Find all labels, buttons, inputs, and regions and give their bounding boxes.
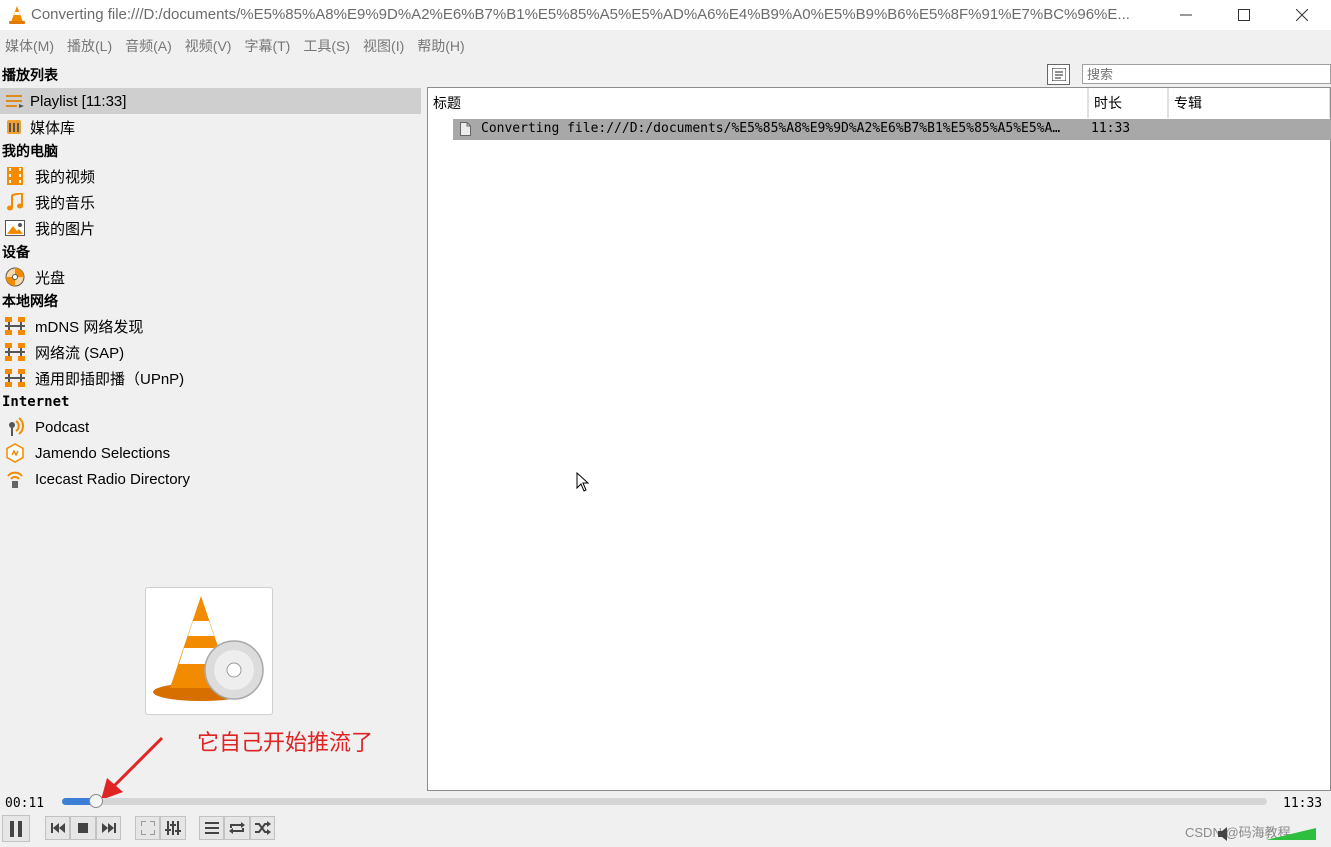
playlist-table: 标题 时长 专辑 Converting file:///D:/documents…	[427, 87, 1331, 791]
title-bar: Converting file:///D:/documents/%E5%85%A…	[0, 0, 1331, 30]
file-icon	[460, 122, 471, 136]
playlist-icon	[5, 91, 25, 111]
column-header-duration[interactable]: 时长	[1088, 88, 1168, 118]
seek-handle[interactable]	[89, 794, 103, 808]
fullscreen-button[interactable]	[135, 816, 160, 840]
annotation-arrow-icon	[101, 736, 164, 800]
menu-media[interactable]: 媒体(M)	[0, 34, 62, 58]
sidebar-item-media-library[interactable]: 媒体库	[0, 114, 421, 140]
music-icon	[5, 192, 25, 212]
column-header-title[interactable]: 标题	[428, 88, 1088, 118]
vlc-cone-icon	[153, 596, 264, 701]
playlist-view-button[interactable]	[1047, 64, 1070, 85]
sidebar-item-label: 通用即插即播（UPnP)	[35, 370, 185, 388]
window-title: Converting file:///D:/documents/%E5%85%A…	[31, 6, 1130, 23]
seek-slider[interactable]	[62, 794, 1267, 808]
maximize-icon	[1238, 9, 1250, 21]
extended-settings-button[interactable]	[160, 816, 186, 840]
network-icon	[5, 368, 25, 388]
album-art	[145, 587, 273, 715]
menu-audio[interactable]: 音频(A)	[120, 34, 180, 58]
sidebar-item-label: Jamendo Selections	[35, 444, 171, 462]
shuffle-icon	[254, 821, 271, 835]
vlc-app-icon	[9, 6, 25, 24]
video-icon	[5, 166, 25, 186]
playlist-section-header: 播放列表	[2, 67, 58, 83]
loop-icon	[229, 822, 245, 834]
equalizer-icon	[165, 821, 181, 835]
loop-button[interactable]	[224, 816, 250, 840]
menu-playback[interactable]: 播放(L)	[62, 34, 120, 58]
table-row[interactable]: Converting file:///D:/documents/%E5%85%A…	[453, 119, 1331, 140]
sidebar-item-my-pictures[interactable]: 我的图片	[0, 215, 421, 241]
network-icon	[5, 316, 25, 336]
sidebar-item-label: 我的音乐	[35, 194, 96, 212]
jamendo-icon	[5, 443, 25, 463]
sidebar-item-label: Playlist [11:33]	[30, 92, 127, 110]
sidebar-item-label: 光盘	[35, 269, 66, 287]
sidebar-item-label: 我的图片	[35, 220, 96, 238]
previous-icon	[50, 823, 65, 833]
sidebar-item-label: 媒体库	[30, 119, 76, 137]
minimize-icon	[1180, 14, 1192, 16]
sidebar-item-my-music[interactable]: 我的音乐	[0, 189, 421, 215]
next-icon	[101, 823, 116, 833]
network-icon	[5, 342, 25, 362]
sidebar-item-sap[interactable]: 网络流 (SAP)	[0, 339, 421, 365]
close-icon	[1296, 9, 1308, 21]
sidebar-item-label: mDNS 网络发现	[35, 318, 144, 336]
sidebar-item-disc[interactable]: 光盘	[0, 264, 421, 290]
total-time: 11:33	[1283, 796, 1323, 811]
media-library-icon	[5, 117, 25, 137]
menu-help[interactable]: 帮助(H)	[412, 34, 472, 58]
menu-bar: 媒体(M) 播放(L) 音频(A) 视频(V) 字幕(T) 工具(S) 视图(I…	[0, 34, 473, 58]
picture-icon	[5, 218, 25, 238]
sidebar-item-podcast[interactable]: Podcast	[0, 414, 421, 440]
mouse-cursor-icon	[576, 472, 590, 492]
menu-video[interactable]: 视频(V)	[180, 34, 240, 58]
internet-section-header: Internet	[2, 394, 70, 410]
playlist-toggle-icon	[204, 822, 219, 834]
row-title: Converting file:///D:/documents/%E5%85%A…	[481, 121, 1061, 136]
menu-tools[interactable]: 工具(S)	[298, 34, 358, 58]
sidebar-item-jamendo[interactable]: Jamendo Selections	[0, 440, 421, 466]
elapsed-time: 00:11	[5, 796, 45, 811]
icecast-icon	[5, 469, 25, 489]
sidebar-item-my-videos[interactable]: 我的视频	[0, 163, 421, 189]
next-button[interactable]	[96, 816, 121, 840]
volume-slider[interactable]	[1218, 826, 1316, 842]
sidebar-item-mdns[interactable]: mDNS 网络发现	[0, 313, 421, 339]
fullscreen-icon	[140, 821, 155, 835]
pause-icon	[10, 820, 22, 837]
column-header-album[interactable]: 专辑	[1168, 88, 1330, 118]
pause-button[interactable]	[2, 815, 30, 842]
stop-icon	[78, 823, 88, 833]
sidebar: 播放列表 Playlist [11:33] 媒体库 我的电脑 我的视频 我的音乐…	[0, 62, 425, 800]
minimize-button[interactable]	[1157, 0, 1215, 30]
sidebar-item-label: Icecast Radio Directory	[35, 470, 191, 488]
stop-button[interactable]	[70, 816, 96, 840]
sidebar-item-label: 网络流 (SAP)	[35, 344, 125, 362]
disc-icon	[5, 267, 25, 287]
sidebar-item-upnp[interactable]: 通用即插即播（UPnP)	[0, 365, 421, 391]
sidebar-item-label: Podcast	[35, 418, 90, 436]
annotation-text: 它自己开始推流了	[197, 730, 374, 755]
devices-section-header: 设备	[2, 244, 30, 260]
sidebar-item-icecast[interactable]: Icecast Radio Directory	[0, 466, 421, 492]
network-section-header: 本地网络	[2, 293, 58, 309]
sidebar-item-playlist[interactable]: Playlist [11:33]	[0, 88, 421, 114]
search-input[interactable]	[1082, 64, 1331, 84]
shuffle-button[interactable]	[250, 816, 275, 840]
row-duration: 11:33	[1091, 121, 1131, 136]
menu-subtitle[interactable]: 字幕(T)	[239, 34, 298, 58]
close-button[interactable]	[1273, 0, 1331, 30]
list-view-icon	[1051, 68, 1066, 81]
computer-section-header: 我的电脑	[2, 143, 58, 159]
menu-view[interactable]: 视图(I)	[358, 34, 412, 58]
sidebar-item-label: 我的视频	[35, 168, 96, 186]
previous-button[interactable]	[45, 816, 70, 840]
toggle-playlist-button[interactable]	[199, 816, 224, 840]
podcast-icon	[5, 417, 25, 437]
maximize-button[interactable]	[1215, 0, 1273, 30]
